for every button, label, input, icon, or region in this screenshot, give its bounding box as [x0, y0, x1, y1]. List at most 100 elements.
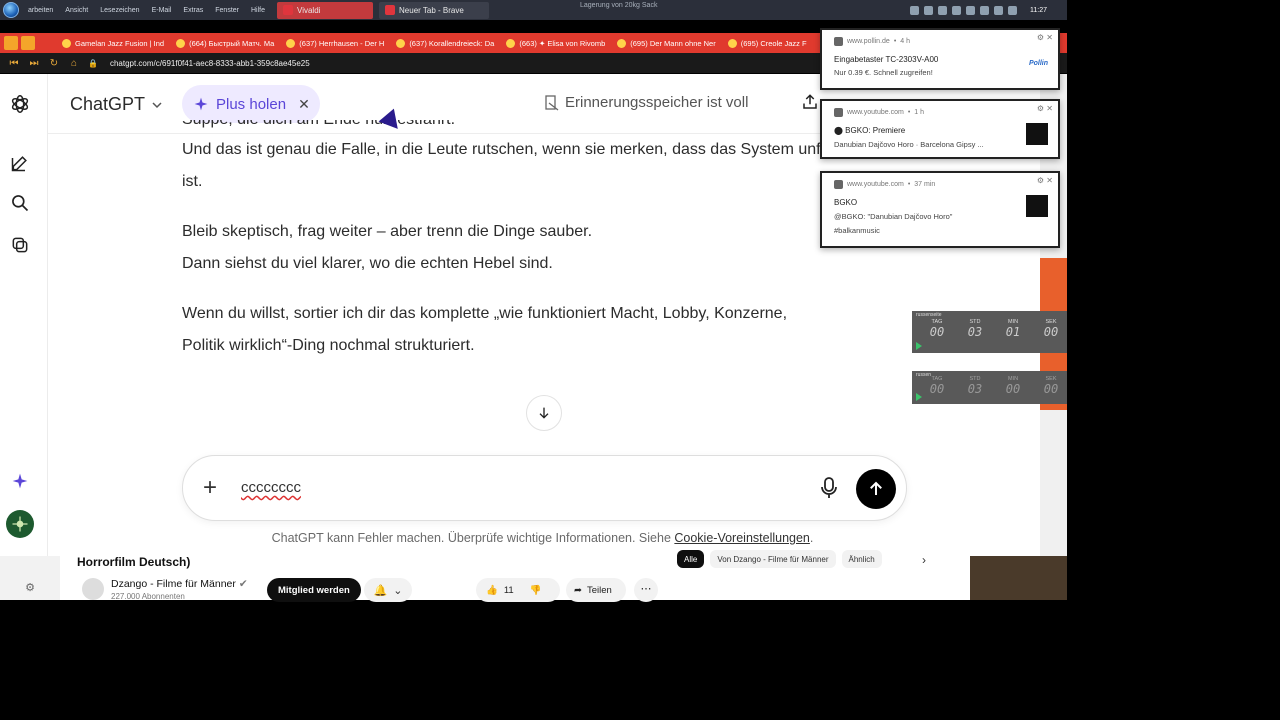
plus-upgrade-button[interactable]: Plus holen ✕: [182, 85, 320, 123]
menu-hilfe[interactable]: Hilfe: [245, 7, 271, 14]
tab-title: (664) Быстрый Матч. Ma: [189, 38, 275, 48]
fast-forward-icon[interactable]: ⏭: [28, 58, 40, 69]
share-button[interactable]: ➦ Teilen: [566, 578, 626, 602]
message-paragraph: Bleib skeptisch, frag weiter – aber tren…: [182, 216, 922, 280]
notification-youtube-bgko[interactable]: www.youtube.com • 37 min ⚙ ✕ BGKO @BGKO: "…: [820, 171, 1060, 248]
recommendation-chips: Alle Von Dzango - Filme für Männer Ähnli…: [677, 550, 882, 568]
favicon-icon: [286, 38, 296, 48]
notification-bell-button[interactable]: 🔔 ⌄: [364, 578, 412, 602]
favicon-icon: [617, 38, 627, 48]
notification-body: @BGKO: "Danubian Dajčovo Horo": [834, 212, 953, 221]
tray-icon[interactable]: [980, 5, 989, 15]
countdown-timer[interactable]: russenseite TAG 00 STD 03 MIN 01 SEK 00: [912, 311, 1067, 353]
tray-icon[interactable]: [1008, 5, 1017, 15]
share-icon[interactable]: [801, 93, 819, 116]
menu-email[interactable]: E-Mail: [146, 7, 178, 14]
taskbar-task-brave[interactable]: Neuer Tab - Brave: [379, 1, 490, 19]
memory-full-notice[interactable]: Erinnerungsspeicher ist voll: [545, 94, 748, 111]
tab-title: (637) Korallendreieck: Da: [409, 38, 495, 48]
youtube-window: ⚙ Horrorfilm Deutsch) Dzango - Filme für…: [0, 550, 970, 602]
notification-controls[interactable]: ⚙ ✕: [1037, 176, 1053, 185]
join-member-button[interactable]: Mitglied werden: [267, 578, 361, 602]
clipped-text-line: Suppe, die dich am Ende nur festfährt.: [182, 120, 455, 134]
tray-icon[interactable]: [938, 5, 947, 15]
chevron-right-icon[interactable]: ›: [922, 553, 926, 567]
openai-logo-icon[interactable]: [9, 93, 31, 115]
new-chat-icon[interactable]: [9, 152, 31, 174]
play-icon[interactable]: [916, 393, 922, 401]
timer-value: 00: [929, 382, 945, 396]
like-button[interactable]: 👍 11 👎: [476, 578, 560, 602]
send-button[interactable]: [856, 469, 896, 509]
more-options-icon[interactable]: ⋯: [634, 578, 658, 602]
sparkle-icon[interactable]: [9, 470, 31, 492]
lock-icon[interactable]: 🔒: [88, 59, 98, 68]
settings-gear-icon[interactable]: ⚙: [0, 556, 60, 600]
notification-controls[interactable]: ⚙ ✕: [1037, 104, 1053, 113]
microphone-icon[interactable]: [820, 477, 838, 504]
browser-tab[interactable]: (664) Быстрый Матч. Ma: [170, 33, 280, 53]
attach-plus-icon[interactable]: +: [203, 476, 217, 500]
model-selector[interactable]: ChatGPT: [70, 94, 163, 115]
start-button[interactable]: [0, 0, 22, 20]
menu-ansicht[interactable]: Ansicht: [59, 7, 94, 14]
taskbar-task-vivaldi[interactable]: Vivaldi: [277, 1, 374, 19]
notification-title: ⬤ BGKO: Premiere: [834, 126, 906, 135]
browser-tab[interactable]: (663) ✦ Elisa von Rivomb: [500, 33, 611, 53]
home-tab-icon[interactable]: [21, 36, 35, 50]
tab-title: (637) Herrhausen - Der H: [299, 38, 385, 48]
rewind-icon[interactable]: ⏮: [8, 58, 20, 69]
text-line: Dann siehst du viel klarer, wo die echte…: [182, 255, 553, 272]
browser-tab[interactable]: (637) Korallendreieck: Da: [390, 33, 500, 53]
notification-controls[interactable]: ⚙ ✕: [1037, 33, 1053, 42]
tray-icon[interactable]: [924, 5, 933, 15]
browser-tab[interactable]: (637) Herrhausen - Der H: [280, 33, 390, 53]
plus-label: Plus holen: [216, 95, 287, 113]
text-line: Politik wirklich“-Ding nochmal strukturi…: [182, 337, 475, 354]
channel-name[interactable]: Dzango - Filme für Männer ✔: [111, 578, 248, 590]
menu-lesezeichen[interactable]: Lesezeichen: [94, 7, 145, 14]
menu-arbeiten[interactable]: arbeiten: [22, 7, 59, 14]
message-input[interactable]: cccccccc: [241, 479, 301, 496]
search-icon[interactable]: [9, 192, 31, 214]
timer-value: 01: [1005, 325, 1021, 339]
scroll-down-button[interactable]: [526, 395, 562, 431]
tray-icon[interactable]: [966, 5, 975, 15]
tray-icon[interactable]: [952, 5, 961, 15]
message-paragraph: Und das ist genau die Falle, in die Leut…: [182, 134, 922, 198]
panel-toggle-icon[interactable]: [4, 36, 18, 50]
favicon-icon: [396, 38, 406, 48]
chevron-down-icon: ⌄: [393, 584, 403, 597]
chip-all[interactable]: Alle: [677, 550, 705, 568]
chip-from-channel[interactable]: Von Dzango - Filme für Männer: [710, 550, 836, 568]
countdown-timer[interactable]: russen TAG 00 STD 03 MIN 00 SEK 00: [912, 371, 1067, 404]
timer-minutes: MIN 00: [1000, 376, 1026, 396]
chip-similar[interactable]: Ähnlich: [841, 550, 882, 568]
cookie-settings-link[interactable]: Cookie-Voreinstellungen: [674, 531, 810, 545]
library-icon[interactable]: [9, 234, 31, 256]
reload-icon[interactable]: ↻: [48, 58, 60, 69]
menu-extras[interactable]: Extras: [177, 7, 209, 14]
arrow-up-icon: [870, 481, 882, 495]
brand-label: ChatGPT: [70, 94, 146, 114]
desktop-background: [970, 556, 1067, 600]
notification-age: 37 min: [914, 181, 936, 188]
favicon-icon: [176, 38, 186, 48]
browser-tab[interactable]: (695) Der Mann ohne Ner: [611, 33, 721, 53]
tray-icon[interactable]: [910, 5, 919, 15]
channel-avatar[interactable]: [82, 578, 104, 600]
notification-youtube-premiere[interactable]: www.youtube.com • 1 h ⚙ ✕ ⬤ BGKO: Premiere…: [820, 99, 1060, 159]
timer-value: 03: [967, 325, 983, 339]
close-icon[interactable]: ✕: [298, 96, 310, 113]
menu-fenster[interactable]: Fenster: [209, 7, 245, 14]
browser-tab[interactable]: (695) Creole Jazz F: [722, 33, 813, 53]
tray-icon[interactable]: [994, 5, 1003, 15]
browser-tab[interactable]: Gamelan Jazz Fusion | Ind: [56, 33, 170, 53]
favicon-icon: [727, 38, 737, 48]
url-field[interactable]: chatgpt.com/c/691f0f41-aec8-8333-abb1-35…: [110, 59, 310, 68]
home-icon[interactable]: ⌂: [68, 58, 80, 69]
play-icon[interactable]: [916, 342, 922, 350]
notification-pollin[interactable]: www.pollin.de • 4 h ⚙ ✕ Eingabetaster TC-2…: [820, 28, 1060, 90]
clock[interactable]: 11:27: [1030, 7, 1047, 14]
thumbs-down-icon[interactable]: 👎: [530, 585, 542, 596]
